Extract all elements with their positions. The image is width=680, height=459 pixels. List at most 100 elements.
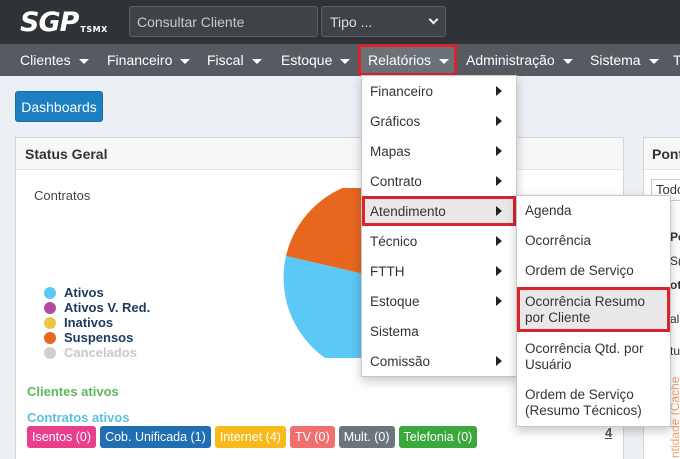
nav-clientes[interactable]: Clientes: [20, 44, 89, 76]
nav-relatorios[interactable]: Relatórios: [358, 44, 457, 76]
ponto-snippet: tu: [670, 344, 680, 358]
nav-financeiro[interactable]: Financeiro: [107, 44, 191, 76]
nav-label: Sistema: [590, 52, 641, 68]
caret-down-icon: [340, 58, 351, 64]
badge-internet[interactable]: Internet (4): [214, 426, 286, 448]
menu-item-mapas[interactable]: Mapas: [362, 136, 516, 166]
menu-item-sistema[interactable]: Sistema: [362, 316, 516, 346]
submenu-item-ordem-de-servico[interactable]: Ordem de Serviço: [517, 256, 670, 286]
submenu-item-ocorrencia[interactable]: Ocorrência: [517, 226, 670, 256]
caret-down-icon: [251, 58, 262, 64]
ponto-snippet: Po: [670, 230, 680, 244]
badge-mult[interactable]: Mult. (0): [338, 426, 395, 448]
nav-label: Relatórios: [368, 52, 432, 68]
nav-overflow[interactable]: T: [673, 44, 680, 76]
menu-item-label: Estoque: [370, 293, 420, 309]
menu-item-label: Mapas: [370, 143, 411, 159]
nav-fiscal[interactable]: Fiscal: [207, 44, 262, 76]
legend-item[interactable]: Cancelados: [44, 345, 150, 360]
menu-item-graficos[interactable]: Gráficos: [362, 106, 516, 136]
ponto-snippet: ot: [670, 278, 680, 292]
legend-item[interactable]: Suspensos: [44, 330, 150, 345]
menu-item-financeiro[interactable]: Financeiro: [362, 76, 516, 106]
submenu-item-agenda[interactable]: Agenda: [517, 196, 670, 226]
submenu-item-ocorrencia-resumo-por-cliente[interactable]: Ocorrência Resumo por Cliente: [517, 287, 670, 332]
top-bar: SGP TSMX Tipo ...: [0, 0, 680, 44]
chevron-down-icon: [428, 14, 439, 25]
tipo-select[interactable]: Tipo ...: [321, 6, 446, 37]
caret-down-icon: [180, 58, 191, 64]
submenu-item-ocorrencia-qtd-por-usuario[interactable]: Ocorrência Qtd. por Usuário: [517, 334, 670, 380]
legend-label: Ativos V. Red.: [64, 300, 151, 315]
caret-down-icon: [562, 58, 573, 64]
menu-item-label: Comissão: [370, 353, 431, 369]
logo-text: SGP: [20, 7, 79, 38]
caret-right-icon: [496, 116, 502, 126]
nav-label: Clientes: [20, 52, 71, 68]
caret-right-icon: [496, 86, 502, 96]
panel-title: Ponto: [644, 138, 680, 170]
nav-label: Administração: [466, 52, 555, 68]
badge-tv[interactable]: TV (0): [289, 426, 335, 448]
caret-right-icon: [496, 146, 502, 156]
panel-title: Status Geral: [16, 138, 623, 170]
legend-label: Ativos: [64, 285, 104, 300]
ponto-snippet: S(: [670, 254, 680, 268]
menu-item-label: Gráficos: [370, 113, 421, 129]
legend-label: Cancelados: [64, 345, 137, 360]
badge-telefonia[interactable]: Telefonia (0): [398, 426, 478, 448]
sgp-logo[interactable]: SGP TSMX: [20, 6, 108, 38]
menu-item-label: Contrato: [370, 173, 422, 189]
caret-right-icon: [496, 266, 502, 276]
nav-sistema[interactable]: Sistema: [590, 44, 659, 76]
legend-label: Suspensos: [64, 330, 134, 345]
submenu-item-ordem-de-servico-resumo-tecnicos[interactable]: Ordem de Serviço (Resumo Técnicos): [517, 380, 670, 426]
atendimento-submenu: Agenda Ocorrência Ordem de Serviço Ocorr…: [516, 195, 671, 427]
badge-row: Isentos (0) Cob. Unificada (1) Internet …: [27, 426, 478, 448]
menu-item-tecnico[interactable]: Técnico: [362, 226, 516, 256]
menu-item-estoque[interactable]: Estoque: [362, 286, 516, 316]
nav-label: Financeiro: [107, 52, 173, 68]
contratos-chart-label: Contratos: [34, 188, 91, 203]
badge-cob-unificada[interactable]: Cob. Unificada (1): [100, 426, 211, 448]
legend-dot-icon: [44, 286, 56, 299]
legend-item[interactable]: Inativos: [44, 315, 150, 330]
legend-item[interactable]: Ativos V. Red.: [44, 300, 150, 315]
badge-isentos[interactable]: Isentos (0): [27, 426, 97, 448]
caret-down-icon: [78, 58, 89, 64]
consultar-cliente-input[interactable]: [129, 6, 318, 37]
menu-item-label: FTTH: [370, 263, 405, 279]
menu-item-label: Técnico: [370, 233, 418, 249]
contratos-count-link[interactable]: 4: [605, 425, 612, 440]
menu-item-ftth[interactable]: FTTH: [362, 256, 516, 286]
logo-subtext: TSMX: [80, 25, 108, 34]
nav-label: Fiscal: [207, 52, 244, 68]
caret-right-icon: [496, 356, 502, 366]
menu-item-atendimento[interactable]: Atendimento: [362, 196, 516, 226]
chart-legend: Ativos Ativos V. Red. Inativos Suspensos…: [44, 285, 150, 360]
main-nav: Clientes Financeiro Fiscal Estoque Relat…: [0, 44, 680, 76]
legend-item[interactable]: Ativos: [44, 285, 150, 300]
caret-right-icon: [496, 296, 502, 306]
legend-dot-icon: [44, 331, 56, 344]
nav-estoque[interactable]: Estoque: [281, 44, 351, 76]
nav-label: T: [673, 52, 680, 68]
caret-right-icon: [496, 236, 502, 246]
menu-item-contrato[interactable]: Contrato: [362, 166, 516, 196]
caret-right-icon: [496, 176, 502, 186]
caret-down-icon: [439, 58, 450, 64]
menu-item-label: Sistema: [370, 323, 419, 339]
dashboards-button[interactable]: Dashboards: [15, 91, 103, 122]
ponto-snippet: al: [670, 312, 680, 326]
nav-label: Estoque: [281, 52, 333, 68]
nav-administracao[interactable]: Administração: [466, 44, 573, 76]
legend-dot-icon: [44, 346, 56, 359]
caret-down-icon: [648, 58, 659, 64]
legend-label: Inativos: [64, 315, 114, 330]
relatorios-dropdown: Financeiro Gráficos Mapas Contrato Atend…: [361, 75, 517, 377]
legend-dot-icon: [44, 316, 56, 329]
tipo-select-value: Tipo ...: [330, 13, 373, 30]
menu-item-label: Atendimento: [370, 203, 446, 219]
caret-right-icon: [496, 206, 502, 216]
menu-item-comissao[interactable]: Comissão: [362, 346, 516, 376]
